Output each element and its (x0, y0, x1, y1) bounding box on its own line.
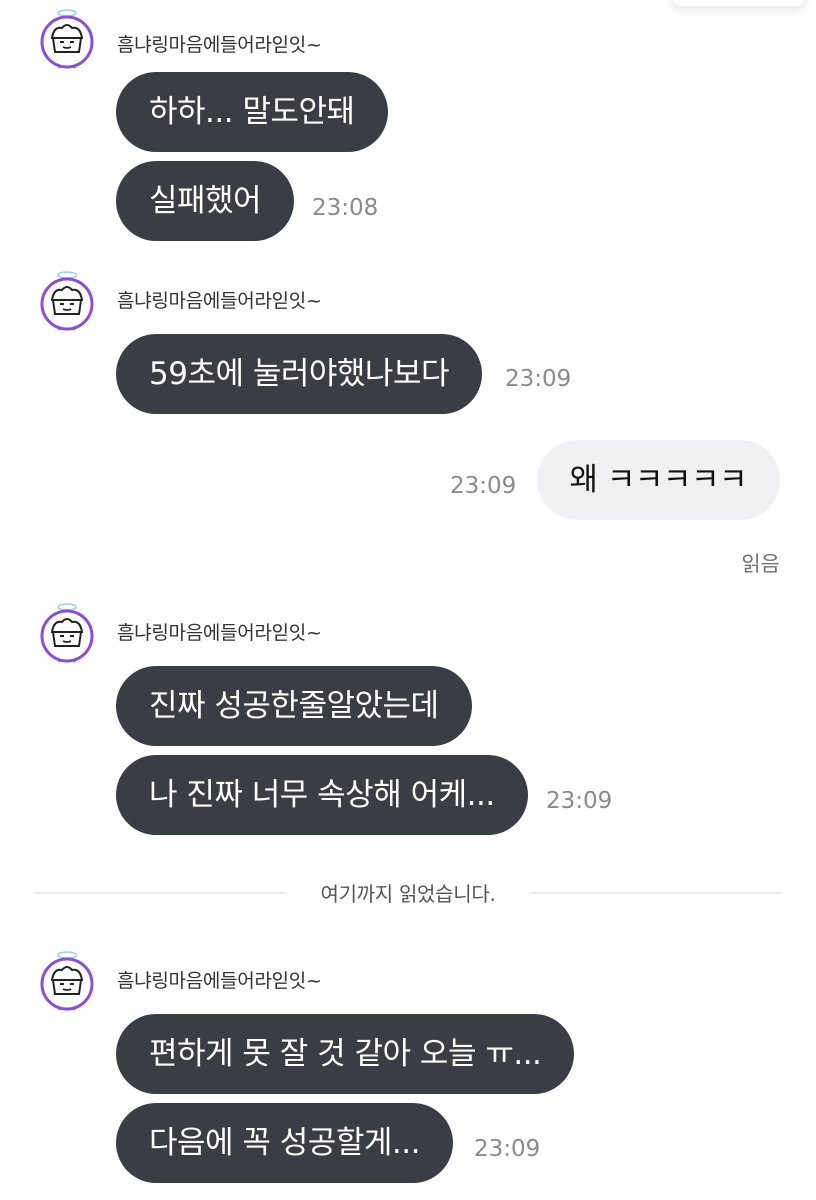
chat-screen: 흠냐링마음에들어라읻잇~ 하하... 말도안돼 실패했어 23:08 흠냐링마음… (0, 0, 816, 1200)
message-bubble[interactable]: 다음에 꼭 성공할게... (116, 1103, 453, 1183)
avatar-character-icon (40, 603, 94, 663)
message-bubble[interactable]: 59초에 눌러야했나보다 (116, 334, 482, 414)
sender-name: 흠냐링마음에들어라읻잇~ (117, 970, 322, 992)
avatar[interactable] (36, 602, 98, 664)
sender-name: 흠냐링마음에들어라읻잇~ (117, 290, 322, 312)
sender-name: 흠냐링마음에들어라읻잇~ (117, 622, 322, 644)
read-divider: 여기까지 읽었습니다. (34, 878, 782, 908)
avatar-character-icon (40, 271, 94, 331)
message-bubble[interactable]: 편하게 못 잘 것 같아 오늘 ㅠ... (116, 1014, 575, 1094)
message-bubble[interactable]: 나 진짜 너무 속상해 어케... (116, 755, 528, 835)
message-timestamp: 23:09 (450, 473, 517, 499)
avatar-character-icon (40, 951, 94, 1011)
divider-line-right (529, 892, 782, 894)
message-timestamp: 23:09 (505, 366, 572, 392)
avatar[interactable] (36, 270, 98, 332)
avatar[interactable] (36, 950, 98, 1012)
message-timestamp: 23:08 (312, 195, 379, 221)
message-timestamp: 23:09 (546, 788, 613, 814)
message-timestamp: 23:09 (474, 1136, 541, 1162)
sender-name: 흠냐링마음에들어라읻잇~ (117, 34, 322, 56)
read-status: 읽음 (741, 552, 780, 576)
message-bubble[interactable]: 실패했어 (116, 161, 295, 241)
avatar[interactable] (36, 8, 98, 70)
outgoing-message-bubble[interactable]: 왜 ㅋㅋㅋㅋㅋ (536, 440, 780, 520)
message-bubble[interactable]: 하하... 말도안돼 (116, 72, 388, 152)
avatar-character-icon (40, 9, 94, 69)
top-floating-element (672, 0, 806, 6)
message-bubble[interactable]: 진짜 성공한줄알았는데 (116, 666, 472, 746)
